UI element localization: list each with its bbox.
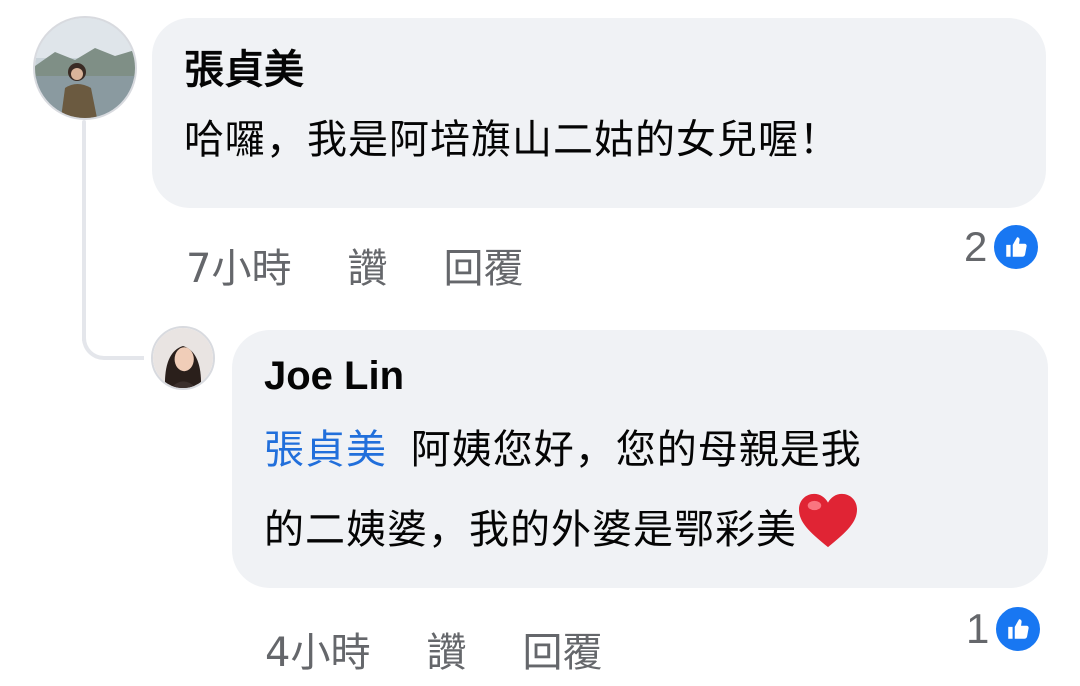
thread-connector-line xyxy=(82,120,86,342)
avatar[interactable] xyxy=(33,16,137,120)
comment-text: 張貞美 阿姨您好，您的母親是我 的二姨婆，我的外婆是鄂彩美 xyxy=(264,410,1016,570)
reply-bubble: Joe Lin 張貞美 阿姨您好，您的母親是我 的二姨婆，我的外婆是鄂彩美 xyxy=(232,330,1048,588)
like-button[interactable]: 讚 xyxy=(347,236,387,294)
reaction-summary[interactable]: 2 xyxy=(964,222,1042,272)
reply-button[interactable]: 回覆 xyxy=(443,236,523,294)
mention-link[interactable]: 張貞美 xyxy=(264,427,387,473)
comment-text-segment: 阿姨您好，您的母親是我 xyxy=(410,427,862,473)
comment-bubble: 張貞美 哈囉，我是阿培旗山二姑的女兒喔！ xyxy=(152,18,1046,208)
comment-timestamp[interactable]: 4小時 xyxy=(265,620,370,678)
comment-text-line: 的二姨婆，我的外婆是鄂彩美 xyxy=(264,490,1016,570)
like-icon xyxy=(993,604,1044,654)
comment-author[interactable]: 張貞美 xyxy=(184,46,1014,94)
reaction-count: 1 xyxy=(966,605,990,652)
comment-text-segment: 的二姨婆，我的外婆是鄂彩美 xyxy=(264,507,797,553)
comment-actions: 4小時 讚 回覆 xyxy=(265,620,602,678)
comment-timestamp[interactable]: 7小時 xyxy=(186,236,291,294)
thread-reply-connector xyxy=(82,338,144,360)
comment-text: 哈囉，我是阿培旗山二姑的女兒喔！ xyxy=(184,117,840,163)
comment-actions: 7小時 讚 回覆 xyxy=(186,236,523,294)
like-button[interactable]: 讚 xyxy=(426,620,466,678)
heart-icon xyxy=(797,491,859,576)
reply-button[interactable]: 回覆 xyxy=(522,620,602,678)
avatar[interactable] xyxy=(151,326,215,390)
like-icon xyxy=(991,222,1042,272)
avatar-photo-icon xyxy=(35,18,135,118)
reaction-count: 2 xyxy=(964,223,988,270)
reaction-summary[interactable]: 1 xyxy=(966,604,1044,654)
comment-text-line: 張貞美 阿姨您好，您的母親是我 xyxy=(264,410,1016,490)
comment-author[interactable]: Joe Lin xyxy=(264,352,1016,400)
avatar-photo-icon xyxy=(153,328,213,388)
